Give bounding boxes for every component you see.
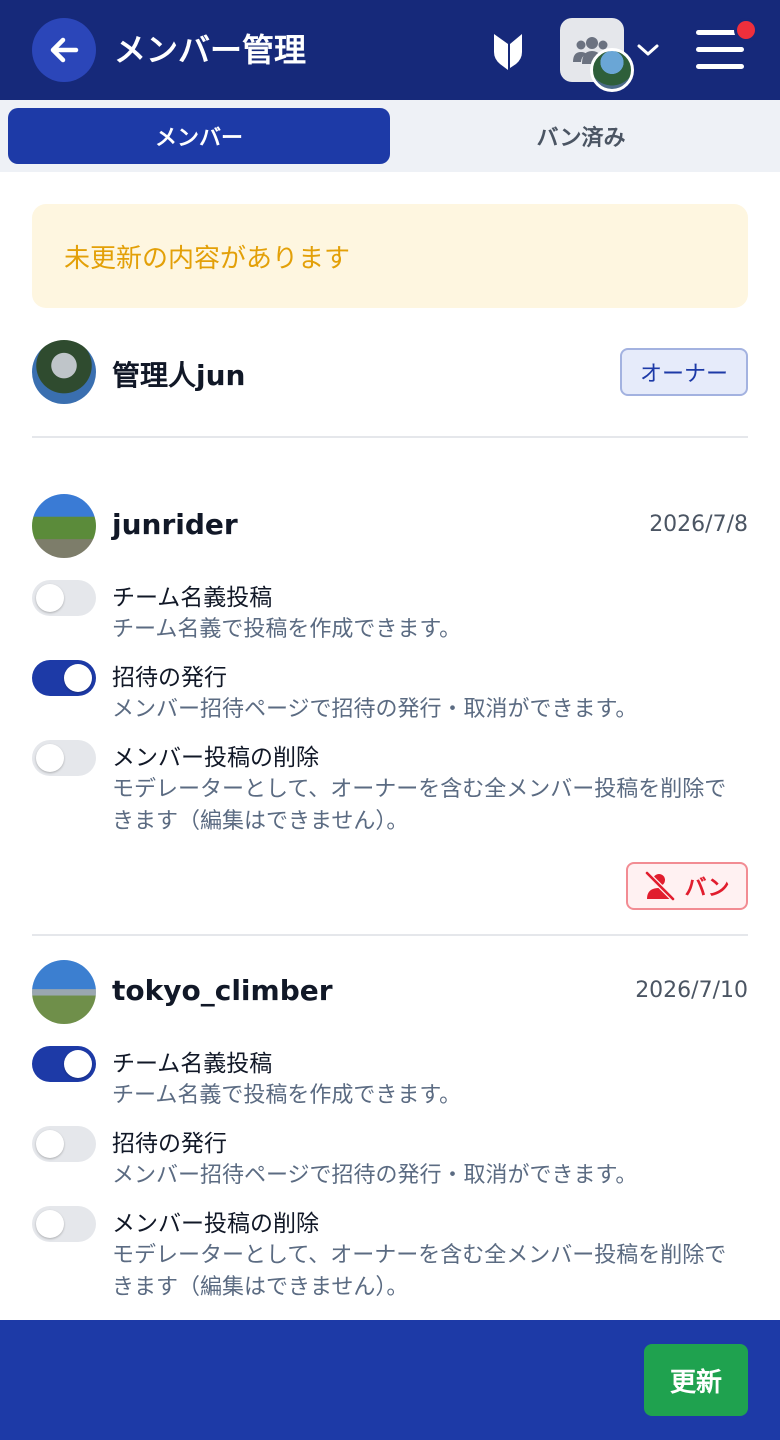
page-title: メンバー管理 xyxy=(114,31,307,69)
back-arrow-icon xyxy=(50,37,79,63)
unsaved-banner: 未更新の内容があります xyxy=(32,204,748,308)
ban-button[interactable]: バン xyxy=(626,862,748,910)
permission-desc: チーム名義で投稿を作成できます。 xyxy=(112,1083,462,1108)
toggle-invite[interactable] xyxy=(32,1126,96,1162)
divider xyxy=(32,934,748,936)
owner-avatar xyxy=(32,340,96,404)
permission-title: 招待の発行 xyxy=(112,1131,227,1157)
tab-members[interactable]: メンバー xyxy=(8,108,390,164)
member-name: tokyo_climber xyxy=(112,974,333,1007)
owner-name: 管理人jun xyxy=(112,359,246,392)
permission-desc: メンバー招待ページで招待の発行・取消ができます。 xyxy=(112,1163,638,1188)
member-name: junrider xyxy=(112,508,238,541)
app-header: メンバー管理 xyxy=(0,0,780,100)
member-date: 2026/7/8 xyxy=(649,512,748,537)
chevron-down-icon xyxy=(637,44,659,56)
permission-title: 招待の発行 xyxy=(112,665,227,691)
divider xyxy=(32,436,748,438)
permission-title: メンバー投稿の削除 xyxy=(112,745,319,771)
ban-label: バン xyxy=(684,876,730,901)
team-switcher[interactable] xyxy=(560,18,664,92)
toggle-invite[interactable] xyxy=(32,660,96,696)
member-date: 2026/7/10 xyxy=(635,978,748,1003)
tab-bar: メンバー バン済み xyxy=(0,100,780,172)
ban-user-icon xyxy=(644,871,676,901)
permission-title: チーム名義投稿 xyxy=(112,1051,273,1077)
permission-desc: モデレーターとして、オーナーを含む全メンバー投稿を削除できます（編集はできません… xyxy=(112,777,727,834)
permission-desc: モデレーターとして、オーナーを含む全メンバー投稿を削除できます（編集はできません… xyxy=(112,1243,727,1300)
member-avatar xyxy=(32,960,96,1024)
footer-bar: 更新 xyxy=(0,1320,780,1440)
toggle-team-post[interactable] xyxy=(32,580,96,616)
user-avatar xyxy=(590,48,634,92)
permission-desc: メンバー招待ページで招待の発行・取消ができます。 xyxy=(112,697,638,722)
toggle-delete-posts[interactable] xyxy=(32,1206,96,1242)
back-button[interactable] xyxy=(32,18,96,82)
update-button[interactable]: 更新 xyxy=(644,1344,748,1416)
tab-banned[interactable]: バン済み xyxy=(390,108,772,164)
toggle-delete-posts[interactable] xyxy=(32,740,96,776)
permission-desc: チーム名義で投稿を作成できます。 xyxy=(112,617,462,642)
notification-dot xyxy=(734,18,758,42)
member-avatar xyxy=(32,494,96,558)
owner-badge: オーナー xyxy=(620,348,748,396)
shield-icon[interactable] xyxy=(490,28,526,72)
toggle-team-post[interactable] xyxy=(32,1046,96,1082)
permission-title: チーム名義投稿 xyxy=(112,585,273,611)
permission-title: メンバー投稿の削除 xyxy=(112,1211,319,1237)
